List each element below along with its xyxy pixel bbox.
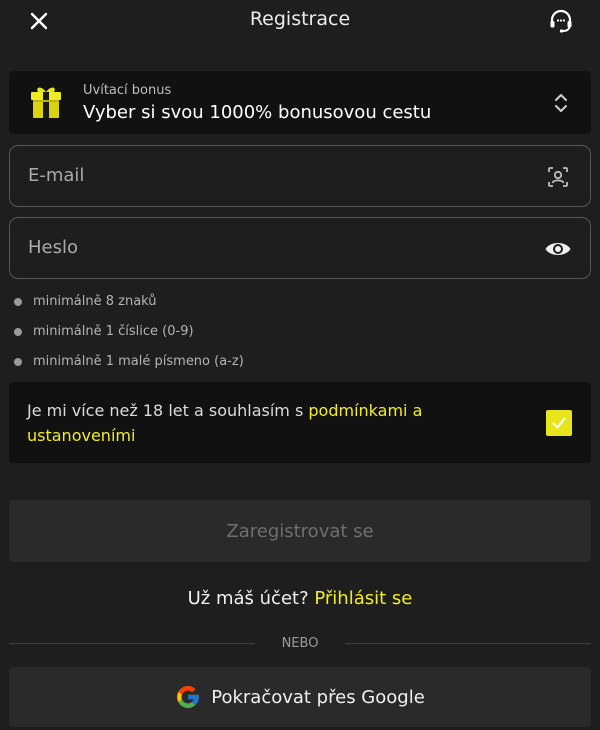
rule-bullet (14, 298, 22, 306)
rule-text: minimálně 8 znaků (33, 294, 157, 309)
login-row: Už máš účet? Přihlásit se (0, 588, 600, 609)
checkmark-icon (552, 417, 566, 429)
contact-icon[interactable] (546, 165, 570, 189)
password-field[interactable]: Heslo (9, 217, 591, 279)
page-title: Registrace (249, 8, 351, 30)
support-button[interactable] (546, 6, 576, 36)
rule-text: minimálně 1 malé písmeno (a-z) (33, 354, 244, 369)
headset-icon (550, 9, 572, 33)
google-button-label: Pokračovat přes Google (211, 686, 425, 708)
rule-bullet (14, 358, 22, 366)
terms-text: Je mi více než 18 let a souhlasím s podm… (27, 398, 497, 448)
password-rule: minimálně 1 malé písmeno (a-z) (14, 352, 244, 382)
email-placeholder: E-mail (28, 165, 85, 186)
eye-icon[interactable] (544, 237, 572, 261)
register-button[interactable]: Zaregistrovat se (9, 500, 591, 562)
welcome-bonus-selector[interactable]: Uvítací bonus Vyber si svou 1000% bonuso… (9, 71, 591, 134)
terms-checkbox[interactable] (546, 410, 572, 436)
rule-bullet (14, 328, 22, 336)
login-prompt: Už máš účet? (187, 588, 309, 609)
password-rules: minimálně 8 znaků minimálně 1 číslice (0… (14, 292, 244, 382)
header: Registrace (0, 0, 600, 42)
rule-text: minimálně 1 číslice (0-9) (33, 324, 194, 339)
password-rule: minimálně 8 znaků (14, 292, 244, 322)
divider-right (345, 643, 591, 644)
bonus-label: Uvítací bonus (83, 83, 172, 98)
terms-agreement: Je mi více než 18 let a souhlasím s podm… (9, 382, 591, 463)
bonus-value: Vyber si svou 1000% bonusovou cestu (83, 102, 432, 123)
password-rule: minimálně 1 číslice (0-9) (14, 322, 244, 352)
google-login-button[interactable]: Pokračovat přes Google (9, 667, 591, 727)
terms-statement: Je mi více než 18 let a souhlasím s (27, 401, 309, 420)
password-placeholder: Heslo (28, 237, 79, 258)
email-field[interactable]: E-mail (9, 145, 591, 207)
google-icon (177, 686, 200, 708)
chevron-up-down-icon (555, 94, 567, 112)
gift-icon (31, 87, 61, 118)
login-link[interactable]: Přihlásit se (314, 588, 412, 609)
